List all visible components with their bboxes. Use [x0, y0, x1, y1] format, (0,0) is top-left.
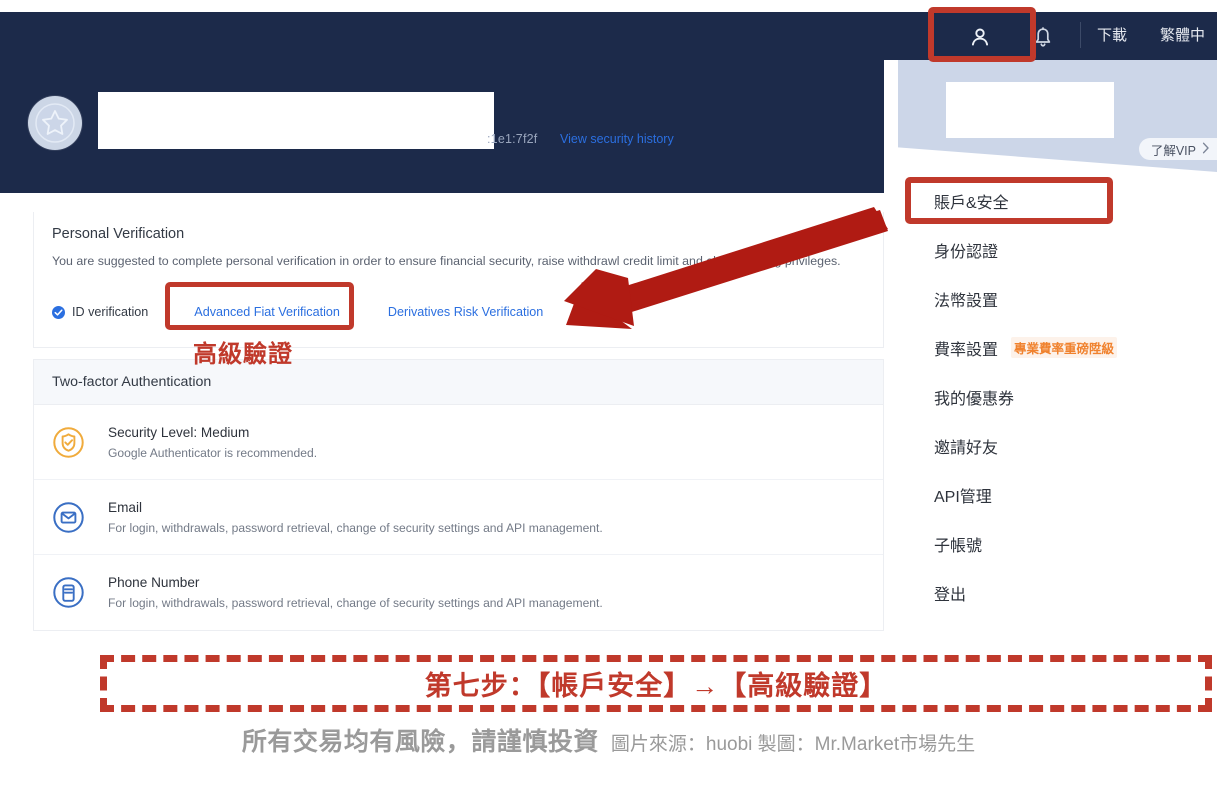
row-title: Email: [108, 499, 142, 515]
highlight-box-person-icon: [928, 7, 1036, 62]
id-verification-label: ID verification: [72, 305, 149, 319]
menu-item-identity-verification[interactable]: 身份認證: [884, 225, 1217, 274]
two-factor-row-text: Email For login, withdrawals, password r…: [108, 500, 603, 535]
menu-item-label: 登出: [934, 586, 967, 604]
personal-verification-title: Personal Verification: [52, 226, 185, 242]
menu-item-label: 費率設置: [934, 341, 999, 359]
menu-item-invite-friends[interactable]: 邀請好友: [884, 421, 1217, 470]
two-factor-row-phone[interactable]: Phone Number For login, withdrawals, pas…: [34, 555, 883, 630]
two-factor-row-text: Security Level: Medium Google Authentica…: [108, 425, 317, 460]
view-security-history-link[interactable]: View security history: [560, 132, 674, 146]
content-column: Personal Verification You are suggested …: [0, 193, 884, 641]
two-factor-authentication-card: Two-factor Authentication Security Level…: [33, 359, 884, 631]
nav-divider: [1080, 22, 1081, 48]
menu-item-label: 法幣設置: [934, 292, 999, 310]
vip-banner: 了解VIP: [898, 60, 1217, 172]
step-caption-text: 第七步：【帳戶安全】→【高級驗證】: [424, 671, 888, 701]
fee-upgrade-badge: 專業費率重磅陞級: [1011, 337, 1118, 358]
row-description: Google Authenticator is recommended.: [108, 445, 318, 460]
account-menu: 賬戶&安全 身份認證 法幣設置 費率設置 專業費率重磅陞級 我的優惠券 邀請好友…: [884, 176, 1217, 617]
row-description: For login, withdrawals, password retriev…: [108, 596, 603, 610]
step-caption-box: 第七步：【帳戶安全】→【高級驗證】: [100, 655, 1212, 712]
annotation-advanced-verification: 高級驗證: [193, 341, 293, 368]
phone-icon: [52, 576, 85, 609]
learn-vip-button[interactable]: 了解VIP: [1138, 138, 1217, 160]
derivatives-risk-verification-link[interactable]: Derivatives Risk Verification: [388, 305, 543, 319]
highlight-box-advanced-fiat-verification: [165, 282, 354, 330]
star-badge-icon: [35, 103, 75, 143]
attribution-text: 圖片來源：huobi 製圖：Mr.Market市場先生: [610, 734, 976, 755]
screenshot-root: :1e1:7f2f View security history Personal…: [0, 0, 1217, 788]
menu-item-api-management[interactable]: API管理: [884, 470, 1217, 519]
menu-item-label: 身份認證: [934, 243, 999, 261]
menu-item-label: API管理: [934, 488, 992, 506]
row-title: Phone Number: [108, 575, 200, 590]
row-description: For login, withdrawals, password retriev…: [108, 520, 603, 535]
row-title: Security Level: Medium: [108, 424, 250, 440]
menu-item-label: 子帳號: [934, 537, 983, 555]
personal-verification-description: You are suggested to complete personal v…: [52, 254, 841, 268]
redacted-vip-info-box: [946, 82, 1114, 138]
menu-item-fee-settings[interactable]: 費率設置 專業費率重磅陞級: [884, 323, 1217, 372]
account-header: :1e1:7f2f View security history: [0, 12, 884, 193]
risk-warning-text: 所有交易均有風險，請謹慎投資: [241, 728, 599, 756]
personal-verification-card: Personal Verification You are suggested …: [33, 212, 884, 348]
two-factor-row-text: Phone Number For login, withdrawals, pas…: [108, 575, 603, 610]
two-factor-row-security-level[interactable]: Security Level: Medium Google Authentica…: [34, 405, 883, 480]
menu-item-logout[interactable]: 登出: [884, 568, 1217, 617]
shield-check-icon: [52, 426, 85, 459]
check-circle-icon: [52, 305, 65, 319]
two-factor-header-label: Two-factor Authentication: [52, 374, 212, 390]
redacted-username-box: [98, 92, 494, 149]
id-verification-status[interactable]: ID verification: [52, 305, 148, 319]
two-factor-row-email[interactable]: Email For login, withdrawals, password r…: [34, 480, 883, 555]
menu-item-sub-account[interactable]: 子帳號: [884, 519, 1217, 568]
ip-fragment: :1e1:7f2f: [487, 132, 538, 146]
menu-item-fiat-settings[interactable]: 法幣設置: [884, 274, 1217, 323]
language-nav-link[interactable]: 繁體中: [1160, 24, 1205, 45]
footer-caption: 所有交易均有風險，請謹慎投資 圖片來源：huobi 製圖：Mr.Market市場…: [0, 722, 1217, 758]
two-factor-header: Two-factor Authentication: [34, 360, 883, 405]
learn-vip-label: 了解VIP: [1150, 143, 1196, 158]
menu-item-label: 邀請好友: [934, 439, 999, 457]
download-nav-link[interactable]: 下載: [1097, 24, 1127, 45]
account-dropdown-panel: 下載 繁體中 了解VIP 賬戶&安全 身份認證 法幣設置 費率設置 專業費率重磅…: [884, 0, 1217, 641]
menu-item-my-coupons[interactable]: 我的優惠券: [884, 372, 1217, 421]
envelope-icon: [52, 501, 85, 534]
menu-item-label: 我的優惠券: [934, 390, 1015, 408]
highlight-box-account-security: [905, 177, 1113, 224]
avatar: [28, 96, 82, 150]
chevron-right-icon: [1202, 142, 1210, 157]
